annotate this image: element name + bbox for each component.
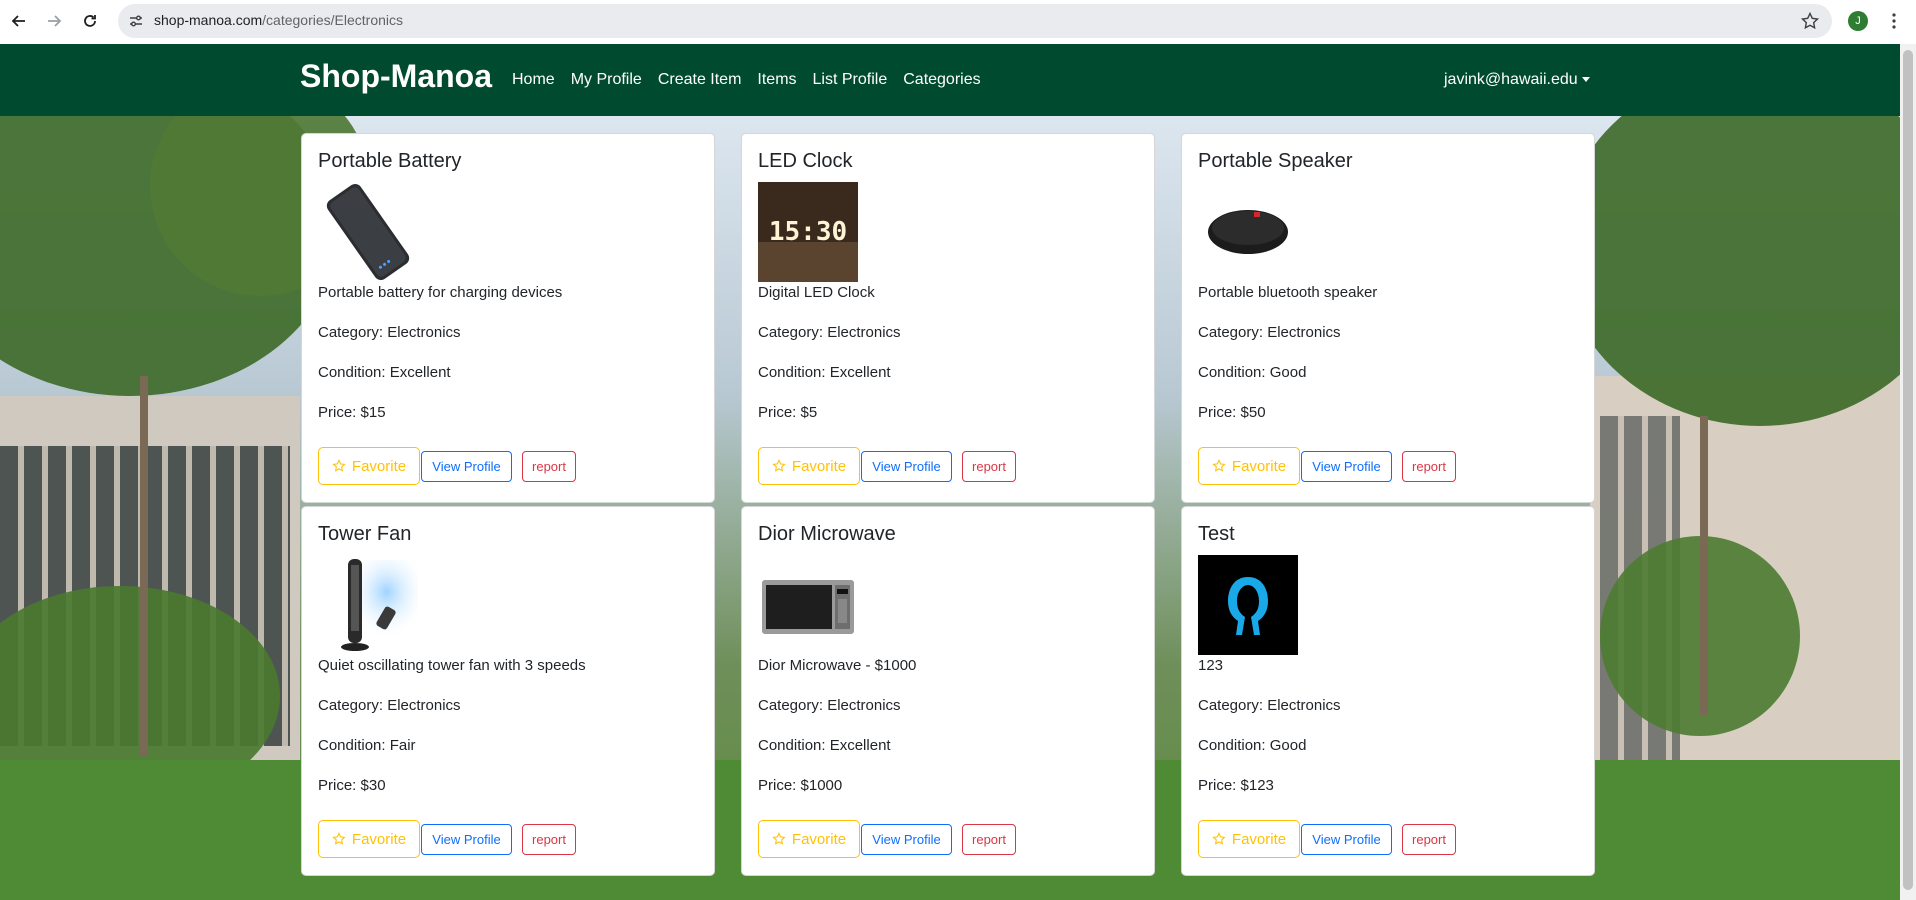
item-category: Category: Electronics: [1198, 324, 1341, 341]
star-icon: [332, 832, 346, 845]
page-scrollbar[interactable]: [1900, 44, 1916, 900]
item-condition: Condition: Excellent: [758, 364, 891, 381]
speaker-image: [1198, 182, 1298, 282]
back-icon[interactable]: [8, 10, 30, 32]
led-clock-image: 15:30: [758, 182, 858, 282]
item-card: Portable Speaker Portable bluetooth spea…: [1181, 133, 1595, 503]
address-bar[interactable]: shop-manoa.com/categories/Electronics: [118, 4, 1832, 38]
star-icon: [772, 459, 786, 472]
report-button[interactable]: report: [522, 450, 576, 482]
item-category: Category: Electronics: [318, 324, 461, 341]
report-button[interactable]: report: [1402, 823, 1456, 855]
url-text: shop-manoa.com/categories/Electronics: [154, 12, 404, 28]
nav-items[interactable]: Items: [757, 71, 796, 89]
more-menu-icon[interactable]: [1884, 11, 1904, 31]
item-price: Price: $123: [1198, 777, 1274, 794]
item-card: Test 123 Category: Electronics Condition…: [1181, 506, 1595, 876]
item-condition: Condition: Excellent: [318, 364, 451, 381]
item-card: LED Clock 15:30 Digital LED Clock Catego…: [741, 133, 1155, 503]
view-profile-button[interactable]: View Profile: [861, 823, 952, 855]
test-logo-image: [1198, 555, 1298, 655]
item-card: Dior Microwave Dior Microwave - $1000 Ca…: [741, 506, 1155, 876]
star-icon: [1212, 459, 1226, 472]
item-title: Test: [1198, 523, 1235, 545]
nav-create-item[interactable]: Create Item: [658, 71, 742, 89]
item-description: 123: [1198, 657, 1224, 674]
view-profile-button[interactable]: View Profile: [1301, 823, 1392, 855]
star-icon: [772, 832, 786, 845]
item-condition: Condition: Good: [1198, 364, 1307, 381]
item-title: Tower Fan: [318, 523, 412, 545]
item-price: Price: $5: [758, 404, 818, 421]
view-profile-button[interactable]: View Profile: [421, 823, 512, 855]
item-description: Digital LED Clock: [758, 284, 875, 301]
microwave-image: [758, 555, 858, 655]
caret-down-icon: [1581, 77, 1590, 83]
star-icon: [332, 459, 346, 472]
view-profile-button[interactable]: View Profile: [1301, 450, 1392, 482]
brand-logo[interactable]: Shop-Manoa: [300, 58, 492, 95]
favorite-button[interactable]: Favorite: [758, 820, 860, 858]
user-email: javink@hawaii.edu: [1444, 71, 1578, 88]
item-description: Portable battery for charging devices: [318, 284, 563, 301]
favorite-button[interactable]: Favorite: [758, 447, 860, 485]
nav-links: Home My Profile Create Item Items List P…: [512, 71, 997, 89]
item-category: Category: Electronics: [318, 697, 461, 714]
svg-text:15:30: 15:30: [769, 217, 847, 247]
item-price: Price: $1000: [758, 777, 843, 794]
report-button[interactable]: report: [1402, 450, 1456, 482]
power-bank-image: [318, 182, 418, 282]
nav-list-profile[interactable]: List Profile: [813, 71, 888, 89]
item-category: Category: Electronics: [1198, 697, 1341, 714]
scrollbar-thumb[interactable]: [1903, 50, 1913, 890]
report-button[interactable]: report: [522, 823, 576, 855]
item-description: Portable bluetooth speaker: [1198, 284, 1378, 301]
bookmark-star-icon[interactable]: [1800, 11, 1820, 31]
item-title: LED Clock: [758, 150, 853, 172]
browser-toolbar: shop-manoa.com/categories/Electronics J: [0, 0, 1916, 44]
report-button[interactable]: report: [962, 450, 1016, 482]
reload-icon[interactable]: [79, 10, 101, 32]
tower-fan-image: [318, 555, 418, 655]
item-card: Tower Fan Quiet oscillating tower fan wi…: [301, 506, 715, 876]
user-dropdown[interactable]: javink@hawaii.edu: [1444, 71, 1590, 89]
favorite-button[interactable]: Favorite: [318, 447, 420, 485]
item-description: Quiet oscillating tower fan with 3 speed…: [318, 657, 586, 674]
item-description: Dior Microwave - $1000: [758, 657, 917, 674]
item-category: Category: Electronics: [758, 324, 901, 341]
item-condition: Condition: Good: [1198, 737, 1307, 754]
item-condition: Condition: Fair: [318, 737, 416, 754]
nav-categories[interactable]: Categories: [903, 71, 980, 89]
forward-icon[interactable]: [43, 10, 65, 32]
profile-avatar[interactable]: J: [1848, 11, 1868, 31]
item-title: Dior Microwave: [758, 523, 896, 545]
favorite-button[interactable]: Favorite: [1198, 447, 1300, 485]
item-price: Price: $50: [1198, 404, 1266, 421]
report-button[interactable]: report: [962, 823, 1016, 855]
favorite-button[interactable]: Favorite: [1198, 820, 1300, 858]
item-title: Portable Speaker: [1198, 150, 1353, 172]
page-viewport: Shop-Manoa Home My Profile Create Item I…: [0, 44, 1900, 900]
nav-my-profile[interactable]: My Profile: [571, 71, 642, 89]
item-category: Category: Electronics: [758, 697, 901, 714]
site-info-icon[interactable]: [128, 13, 144, 29]
nav-home[interactable]: Home: [512, 71, 555, 89]
item-price: Price: $15: [318, 404, 386, 421]
site-navbar: Shop-Manoa Home My Profile Create Item I…: [0, 44, 1900, 116]
item-price: Price: $30: [318, 777, 386, 794]
star-icon: [1212, 832, 1226, 845]
item-title: Portable Battery: [318, 150, 462, 172]
item-card: Portable Battery Portable battery for ch…: [301, 133, 715, 503]
view-profile-button[interactable]: View Profile: [861, 450, 952, 482]
favorite-button[interactable]: Favorite: [318, 820, 420, 858]
view-profile-button[interactable]: View Profile: [421, 450, 512, 482]
item-condition: Condition: Excellent: [758, 737, 891, 754]
